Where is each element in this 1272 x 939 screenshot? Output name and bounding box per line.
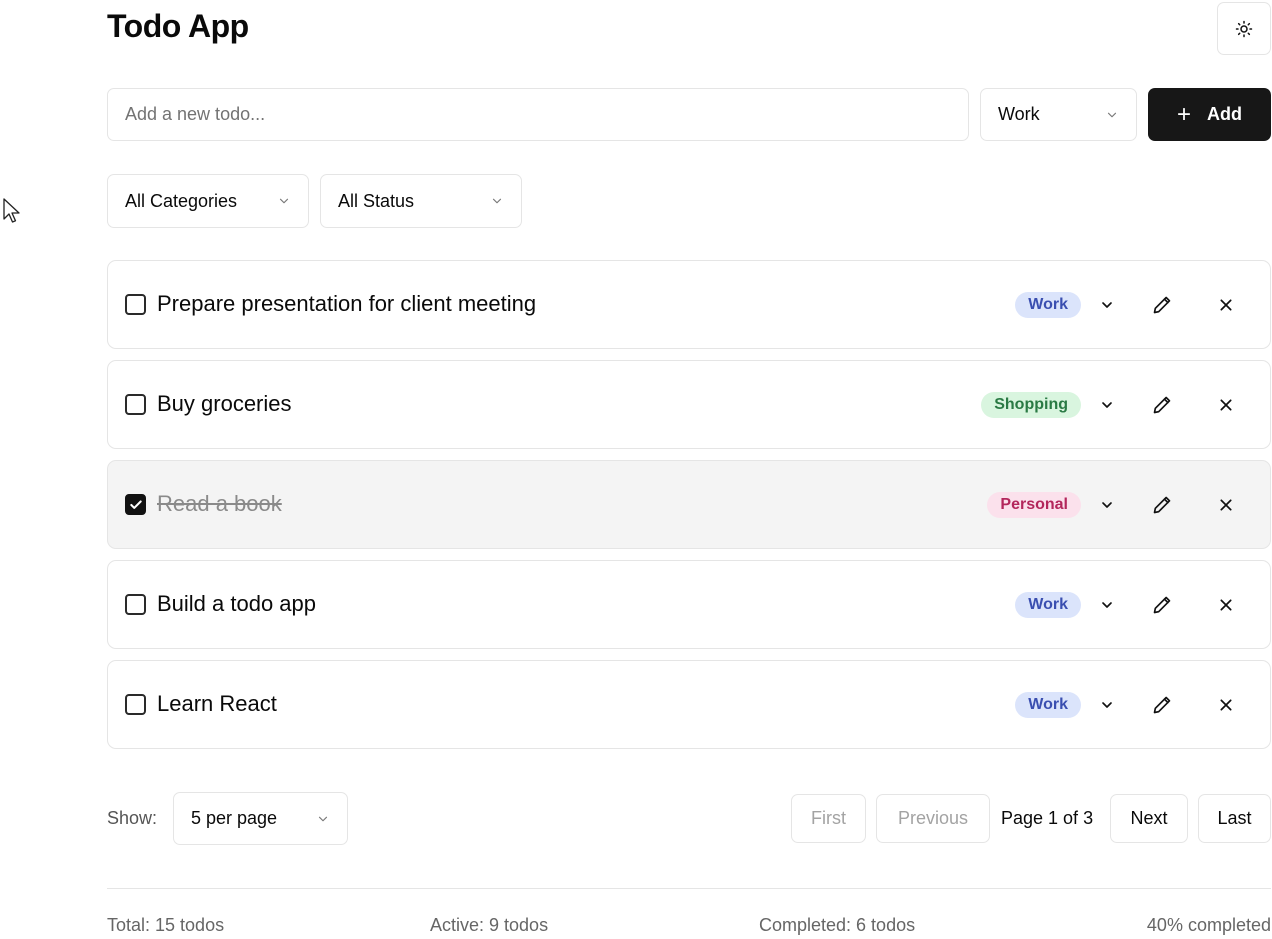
previous-page-button[interactable]: Previous: [876, 794, 990, 843]
category-badge: Work: [1015, 292, 1081, 318]
close-icon: [1220, 599, 1232, 611]
edit-button[interactable]: [1145, 488, 1179, 522]
chevron-down-icon: [1102, 502, 1112, 508]
completion-percent: 40% completed: [1146, 915, 1271, 935]
plus-icon: +: [1176, 100, 1191, 128]
close-icon: [1220, 499, 1232, 511]
add-todo-button[interactable]: + Add: [1148, 88, 1271, 141]
completed-count: Completed: 6 todos: [759, 915, 916, 935]
chevron-down-icon: [318, 816, 328, 821]
category-filter-select[interactable]: All Categories: [107, 174, 309, 228]
todo-text: Build a todo app: [157, 591, 317, 616]
add-button-label: Add: [1207, 104, 1242, 124]
chevron-down-icon: [1102, 402, 1112, 408]
category-badge: Work: [1015, 692, 1081, 718]
todo-item: Buy groceries Shopping: [107, 360, 1271, 449]
edit-button[interactable]: [1145, 388, 1179, 422]
new-todo-placeholder: Add a new todo...: [125, 104, 266, 124]
expand-button[interactable]: [1090, 388, 1124, 422]
status-filter-select[interactable]: All Status: [320, 174, 522, 228]
category-badge: Personal: [987, 492, 1081, 518]
todo-checkbox[interactable]: [125, 494, 146, 515]
last-page-button[interactable]: Last: [1198, 794, 1271, 843]
chevron-down-icon: [1102, 602, 1112, 608]
expand-button[interactable]: [1090, 588, 1124, 622]
close-icon: [1220, 699, 1232, 711]
edit-button[interactable]: [1145, 588, 1179, 622]
delete-button[interactable]: [1209, 588, 1243, 622]
todo-item: Prepare presentation for client meeting …: [107, 260, 1271, 349]
category-filter-value: All Categories: [125, 190, 238, 211]
new-todo-input[interactable]: Add a new todo...: [107, 88, 969, 141]
footer-divider: [107, 888, 1271, 889]
close-icon: [1220, 299, 1232, 311]
close-icon: [1220, 399, 1232, 411]
next-page-button[interactable]: Next: [1110, 794, 1188, 843]
todo-text: Prepare presentation for client meeting: [157, 291, 537, 316]
edit-button[interactable]: [1145, 288, 1179, 322]
todo-item: Build a todo app Work: [107, 560, 1271, 649]
pencil-icon: [1153, 396, 1171, 414]
chevron-down-icon: [1107, 112, 1117, 117]
todo-checkbox[interactable]: [125, 594, 146, 615]
sun-icon: [1235, 20, 1253, 37]
todo-checkbox[interactable]: [125, 294, 146, 315]
checkmark-icon: [129, 499, 142, 509]
first-page-button[interactable]: First: [791, 794, 866, 843]
delete-button[interactable]: [1209, 488, 1243, 522]
pencil-icon: [1153, 296, 1171, 314]
page-indicator: Page 1 of 3: [1001, 808, 1094, 828]
chevron-down-icon: [1102, 702, 1112, 708]
pencil-icon: [1153, 496, 1171, 514]
delete-button[interactable]: [1209, 288, 1243, 322]
delete-button[interactable]: [1209, 688, 1243, 722]
mouse-cursor-icon: [3, 198, 20, 223]
pencil-icon: [1153, 596, 1171, 614]
expand-button[interactable]: [1090, 688, 1124, 722]
todo-text: Read a book: [157, 491, 282, 516]
expand-button[interactable]: [1090, 488, 1124, 522]
new-todo-category-select[interactable]: Work: [980, 88, 1137, 141]
delete-button[interactable]: [1209, 388, 1243, 422]
chevron-down-icon: [279, 198, 289, 204]
theme-toggle-button[interactable]: [1217, 2, 1271, 55]
category-badge: Work: [1015, 592, 1081, 618]
status-filter-value: All Status: [338, 190, 415, 211]
pencil-icon: [1153, 696, 1171, 714]
edit-button[interactable]: [1145, 688, 1179, 722]
todo-text: Buy groceries: [157, 391, 292, 416]
todo-item: Learn React Work: [107, 660, 1271, 749]
new-todo-category-value: Work: [998, 104, 1040, 124]
total-count: Total: 15 todos: [107, 915, 225, 935]
todo-checkbox[interactable]: [125, 394, 146, 415]
per-page-value: 5 per page: [191, 808, 278, 828]
expand-button[interactable]: [1090, 288, 1124, 322]
page-title: Todo App: [107, 8, 249, 44]
todo-text: Learn React: [157, 691, 277, 716]
todo-item: Read a book Personal: [107, 460, 1271, 549]
category-badge: Shopping: [981, 392, 1081, 418]
todo-checkbox[interactable]: [125, 694, 146, 715]
show-label: Show:: [107, 808, 158, 828]
chevron-down-icon: [492, 198, 502, 204]
chevron-down-icon: [1102, 302, 1112, 308]
per-page-select[interactable]: 5 per page: [173, 792, 348, 845]
active-count: Active: 9 todos: [430, 915, 549, 935]
